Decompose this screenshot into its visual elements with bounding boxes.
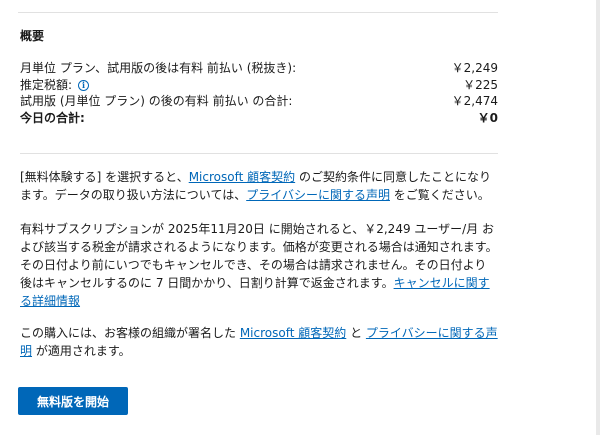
top-divider [18,12,498,13]
summary-amount: ￥2,249 [451,61,498,75]
customer-agreement-link[interactable]: Microsoft 顧客契約 [189,170,295,184]
summary-table: 月単位 プラン、試用版の後は有料 前払い (税抜き): ￥2,249 推定税額:… [20,60,498,126]
summary-row-after-trial: 試用版 (月単位 プラン) の後の有料 前払い の合計: ￥2,474 [20,93,498,110]
summary-amount: ￥2,474 [451,94,498,108]
summary-row-today-total: 今日の合計: ￥0 [20,110,498,127]
summary-amount: ￥0 [477,110,498,125]
org-text: この購入には、お客様の組織が署名した [20,326,240,340]
billing-info-paragraph: 有料サブスクリプションが 2025年11月20日 に開始されると、￥2,249 … [20,220,498,310]
summary-label: 推定税額: [20,77,73,92]
summary-label: 月単位 プラン、試用版の後は有料 前払い (税抜き): [20,61,297,75]
start-free-trial-button[interactable]: 無料版を開始 [18,387,128,415]
org-text: が適用されます。 [32,344,131,358]
privacy-statement-link[interactable]: プライバシーに関する声明 [246,188,390,202]
summary-label-wrap: 推定税額: i [20,77,90,94]
summary-label: 今日の合計: [20,110,85,125]
summary-amount: ￥225 [463,77,498,92]
org-text: と [346,326,366,340]
terms-text: をご覧ください。 [389,188,490,202]
org-agreement-paragraph: この購入には、お客様の組織が署名した Microsoft 顧客契約 と プライバ… [20,324,498,360]
summary-row-monthly: 月単位 プラン、試用版の後は有料 前払い (税抜き): ￥2,249 [20,60,498,77]
summary-title: 概要 [20,29,45,43]
summary-label: 試用版 (月単位 プラン) の後の有料 前払い の合計: [20,94,293,108]
customer-agreement-link-2[interactable]: Microsoft 顧客契約 [240,326,346,340]
terms-text: [無料体験する] を選択すると、 [20,170,189,184]
info-icon[interactable]: i [78,79,90,91]
summary-row-tax: 推定税額: i ￥225 [20,77,498,94]
terms-agreement-paragraph: [無料体験する] を選択すると、Microsoft 顧客契約 のご契約条件に同意… [20,168,498,204]
scrollbar-track [596,0,600,435]
section-divider [20,153,498,154]
